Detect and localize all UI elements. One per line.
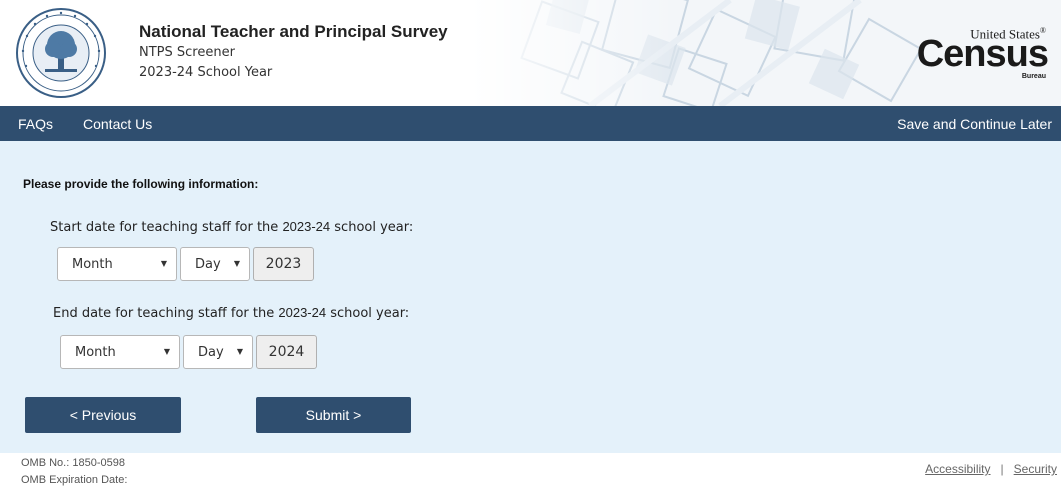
- omb-expiration-date: OMB Expiration Date:: [21, 474, 128, 486]
- survey-title: National Teacher and Principal Survey: [139, 22, 448, 41]
- chevron-down-icon: ▼: [160, 259, 167, 268]
- save-and-continue-later-link[interactable]: Save and Continue Later: [897, 116, 1052, 132]
- end-date-question: End date for teaching staff for the 2023…: [53, 305, 410, 321]
- top-nav-bar: FAQs Contact Us Save and Continue Later: [0, 106, 1061, 141]
- form-instruction: Please provide the following information…: [23, 177, 259, 191]
- start-day-value: Day: [195, 257, 221, 272]
- end-day-value: Day: [198, 345, 224, 360]
- chevron-down-icon: ▼: [233, 259, 240, 268]
- school-year-label: 2023-24 School Year: [139, 65, 273, 80]
- chevron-down-icon: ▼: [236, 347, 243, 356]
- submit-button[interactable]: Submit >: [256, 397, 411, 433]
- previous-button[interactable]: < Previous: [25, 397, 181, 433]
- end-month-select[interactable]: Month ▼: [60, 335, 180, 369]
- start-date-question: Start date for teaching staff for the 20…: [50, 219, 414, 235]
- page-header: National Teacher and Principal Survey NT…: [0, 0, 1061, 106]
- survey-title-block: National Teacher and Principal Survey NT…: [139, 22, 448, 80]
- nav-contact-us-link[interactable]: Contact Us: [83, 116, 152, 132]
- start-year-field: 2023: [253, 247, 314, 281]
- security-link[interactable]: Security: [1014, 462, 1057, 476]
- main-form-panel: Please provide the following information…: [0, 141, 1061, 453]
- census-logo-wordmark: Census: [916, 33, 1049, 75]
- end-month-value: Month: [75, 345, 116, 360]
- screener-subtitle: NTPS Screener: [139, 45, 235, 60]
- census-bureau-logo: United States® Census Bureau: [917, 20, 1054, 80]
- nav-faqs-link[interactable]: FAQs: [18, 116, 53, 132]
- start-day-select[interactable]: Day ▼: [180, 247, 250, 281]
- start-month-select[interactable]: Month ▼: [57, 247, 177, 281]
- chevron-down-icon: ▼: [163, 347, 170, 356]
- census-logo-bureau: Bureau: [1021, 73, 1046, 80]
- footer-links: Accessibility | Security: [925, 462, 1057, 476]
- department-of-education-seal-icon: [16, 8, 106, 98]
- accessibility-link[interactable]: Accessibility: [925, 462, 990, 476]
- footer-separator: |: [1000, 462, 1004, 476]
- end-day-select[interactable]: Day ▼: [183, 335, 253, 369]
- omb-number: OMB No.: 1850-0598: [21, 457, 125, 469]
- start-month-value: Month: [72, 257, 113, 272]
- end-year-field: 2024: [256, 335, 317, 369]
